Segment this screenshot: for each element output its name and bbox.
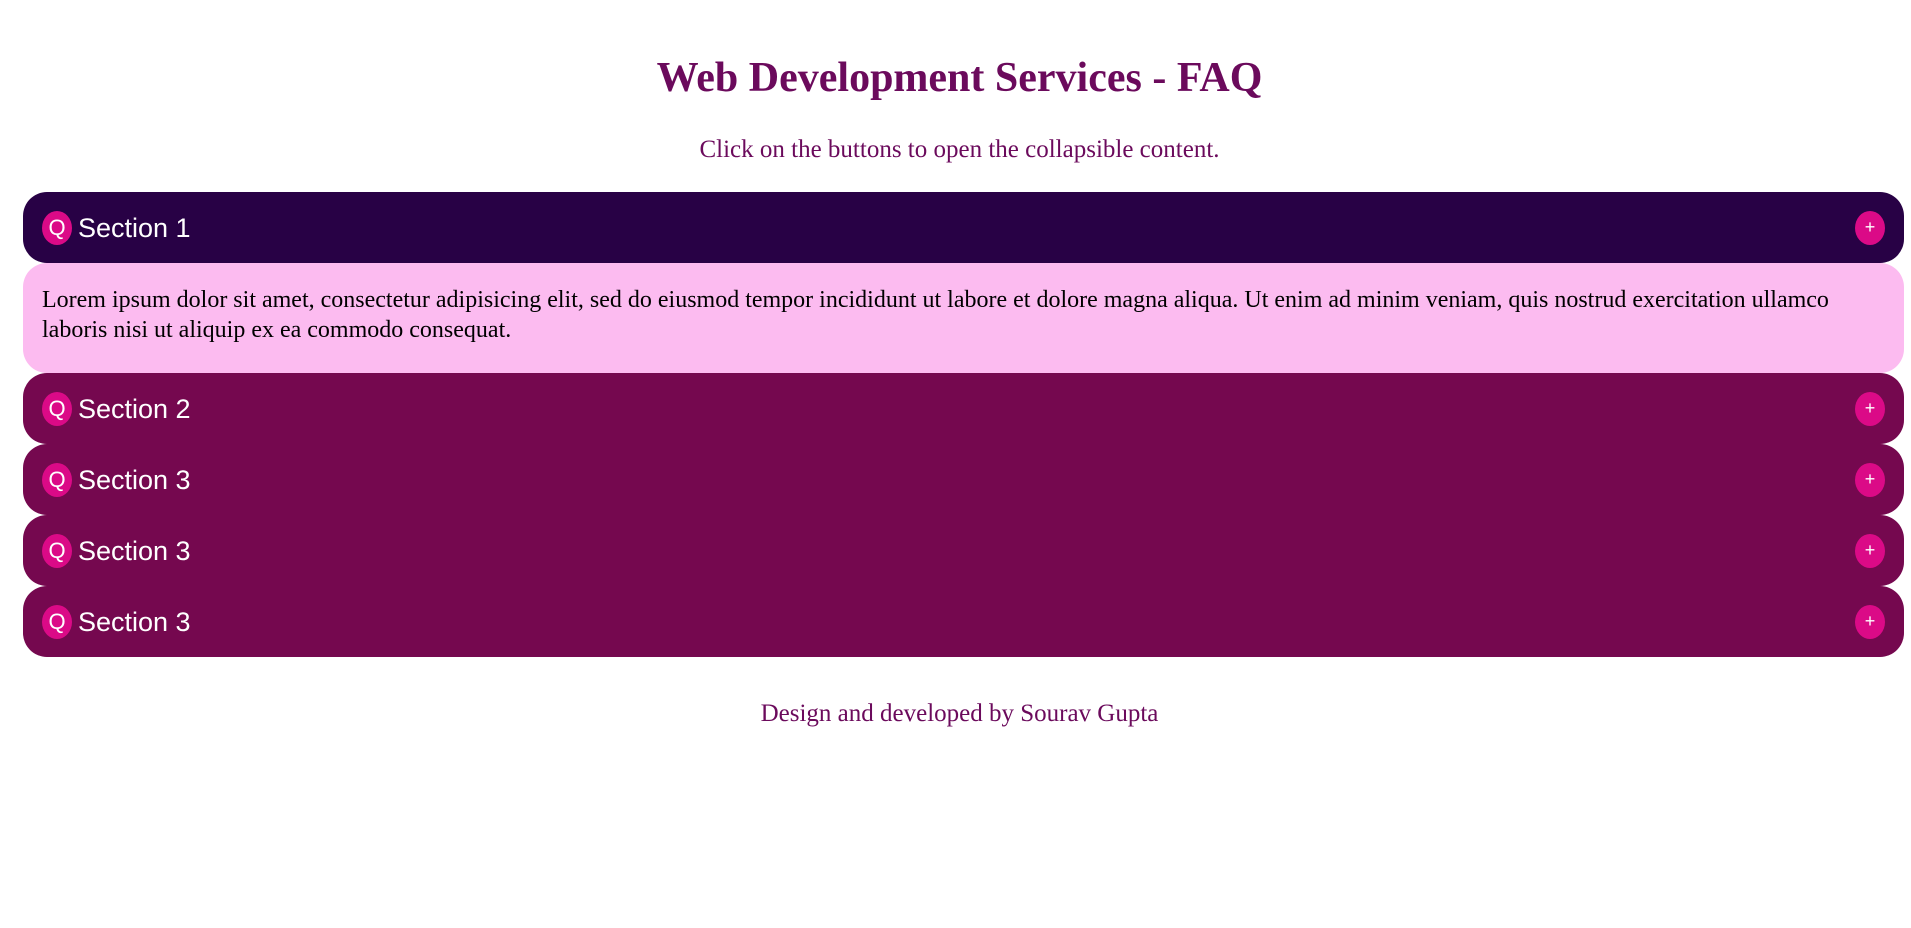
accordion-label: Section 2 [78, 393, 191, 424]
accordion-label: Section 3 [78, 535, 191, 566]
accordion-button-section-1[interactable]: Q Section 1 + [23, 192, 1904, 263]
accordion-button-section-3c[interactable]: Q Section 3 + [23, 586, 1904, 657]
question-icon: Q [42, 210, 72, 245]
page-subtitle: Click on the buttons to open the collaps… [699, 136, 1220, 163]
accordion-label: Section 3 [78, 464, 191, 495]
accordion-button-section-3b[interactable]: Q Section 3 + [23, 515, 1904, 586]
footer-credit: Design and developed by Sourav Gupta [760, 700, 1159, 727]
question-icon: Q [42, 462, 72, 497]
accordion-label: Section 3 [78, 606, 191, 637]
accordion-label: Section 1 [78, 212, 191, 243]
plus-icon[interactable]: + [1855, 391, 1885, 426]
question-icon: Q [42, 391, 72, 426]
accordion-content-section-1: Lorem ipsum dolor sit amet, consectetur … [23, 263, 1904, 373]
faq-page: Web Development Services - FAQ Click on … [0, 0, 1911, 928]
page-title: Web Development Services - FAQ [656, 55, 1263, 101]
accordion-button-section-3a[interactable]: Q Section 3 + [23, 444, 1904, 515]
plus-icon[interactable]: + [1855, 533, 1885, 568]
question-icon: Q [42, 604, 72, 639]
accordion-button-section-2[interactable]: Q Section 2 + [23, 373, 1904, 444]
plus-icon[interactable]: + [1855, 604, 1885, 639]
faq-accordion: Q Section 1 + Lorem ipsum dolor sit amet… [23, 192, 1904, 657]
plus-icon[interactable]: + [1855, 462, 1885, 497]
plus-icon[interactable]: + [1855, 210, 1885, 245]
question-icon: Q [42, 533, 72, 568]
